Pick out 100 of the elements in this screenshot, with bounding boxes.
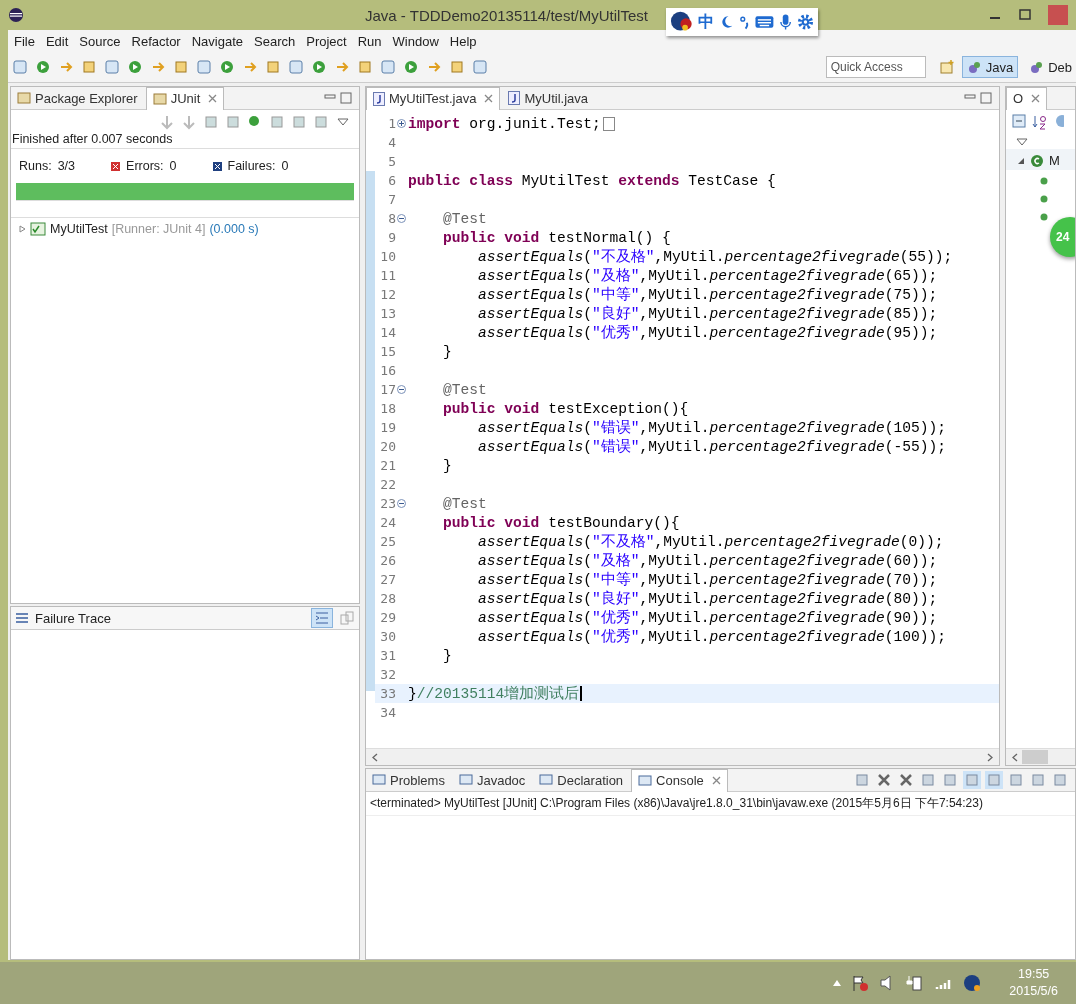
- line-number: 30: [379, 629, 396, 644]
- code-line: @Test: [442, 495, 487, 512]
- collapse-fold-icon[interactable]: [396, 214, 406, 223]
- next-failure-icon[interactable]: [159, 114, 175, 130]
- menu-item[interactable]: File: [8, 33, 40, 49]
- date-text: 2015/5/6: [1009, 983, 1058, 1000]
- code-line: assertEquals("中等",MyUtil.percentage2fivegrade(70));: [477, 570, 938, 589]
- sort-icon[interactable]: [1032, 114, 1048, 130]
- horizontal-scrollbar[interactable]: [1006, 748, 1075, 765]
- ime-logo-icon[interactable]: [963, 974, 982, 992]
- code-line: assertEquals("及格",MyUtil.percentage2fivegrade(60));: [477, 552, 938, 570]
- microphone-icon[interactable]: [778, 13, 793, 31]
- scroll-right-icon[interactable]: [987, 752, 993, 762]
- menu-item[interactable]: Edit: [39, 33, 74, 49]
- code-line: assertEquals("优秀",MyUtil.percentage2fivegrade(90));: [477, 608, 938, 627]
- menu-item[interactable]: Help: [443, 33, 482, 49]
- line-number: 31: [379, 648, 396, 663]
- punctuation-icon[interactable]: [738, 14, 750, 30]
- view-tab[interactable]: Package Explorer: [11, 87, 144, 109]
- keyboard-icon[interactable]: [755, 15, 774, 29]
- view-tab[interactable]: Console: [631, 768, 728, 792]
- test-class-name[interactable]: MyUtilTest: [50, 222, 108, 236]
- line-number: 12: [379, 287, 396, 302]
- view-tab[interactable]: JUnit: [145, 86, 225, 110]
- expand-fold-icon[interactable]: [396, 119, 406, 128]
- view-tab[interactable]: Problems: [366, 769, 451, 791]
- flag-icon[interactable]: [851, 974, 870, 992]
- line-number: 8: [387, 211, 396, 226]
- line-number: 29: [379, 610, 396, 625]
- java-file-icon: [508, 91, 521, 105]
- collapse-fold-icon[interactable]: [396, 385, 406, 394]
- previous-failure-icon[interactable]: [181, 114, 197, 130]
- menu-item[interactable]: Window: [386, 33, 444, 49]
- code-line: @Test: [442, 210, 487, 227]
- scroll-left-icon[interactable]: [372, 752, 378, 762]
- maximize-icon[interactable]: [1018, 8, 1032, 22]
- perspective-button[interactable]: Java: [961, 56, 1019, 78]
- open-perspective-icon[interactable]: [938, 59, 955, 75]
- menu-item[interactable]: Run: [351, 33, 387, 49]
- settings-icon[interactable]: [797, 13, 814, 31]
- line-number: 20: [379, 439, 396, 454]
- close-tab-icon[interactable]: [484, 94, 494, 103]
- horizontal-scrollbar[interactable]: [366, 748, 999, 765]
- scroll-left-icon[interactable]: [1012, 752, 1018, 762]
- code-line: assertEquals("良好",MyUtil.percentage2fivegrade(85));: [477, 304, 938, 323]
- collapse-fold-icon[interactable]: [396, 499, 406, 508]
- menu-item[interactable]: Source: [73, 33, 126, 49]
- failures-count: 0: [281, 159, 289, 173]
- menu-item[interactable]: Refactor: [125, 33, 186, 49]
- expand-arrow-icon[interactable]: [1018, 156, 1025, 165]
- java-perspective-icon: [966, 59, 983, 75]
- method-icon[interactable]: [1040, 195, 1048, 203]
- code-line: public class MyUtilTest extends TestCase {: [408, 172, 776, 189]
- collapse-all-icon[interactable]: [1012, 114, 1026, 128]
- method-icon[interactable]: [1040, 177, 1048, 185]
- line-number: 25: [379, 534, 396, 549]
- line-number: 14: [379, 325, 396, 340]
- outline-class-name[interactable]: M: [1049, 153, 1060, 168]
- quick-access-field[interactable]: Quick Access: [825, 56, 926, 78]
- menu-item[interactable]: Navigate: [185, 33, 248, 49]
- ime-mode-toggle[interactable]: 中: [697, 11, 714, 33]
- maximize-icon[interactable]: [339, 91, 353, 105]
- line-number: 26: [379, 553, 396, 568]
- menu-item[interactable]: Project: [300, 33, 352, 49]
- code-line: public void testException(){: [442, 400, 689, 417]
- console-header: <terminated> MyUtilTest [JUnit] C:\Program Files (x86)\Java\jre1.8.0_31\bin\javaw.exe (2015年5月6日 下午7:54:23): [366, 792, 1075, 816]
- line-number: 11: [379, 268, 396, 283]
- close-tab-icon[interactable]: [711, 776, 721, 785]
- failure-trace-title: Failure Trace: [35, 610, 111, 626]
- outline-tab[interactable]: O: [1006, 87, 1048, 110]
- editor-tab[interactable]: MyUtilTest.java: [366, 86, 501, 110]
- line-number: 7: [387, 192, 396, 207]
- line-number: 5: [387, 154, 396, 169]
- line-number: 15: [379, 344, 396, 359]
- junit-status-text: Finished after 0.007 seconds: [11, 131, 174, 148]
- line-number: 1: [387, 116, 396, 131]
- view-tab[interactable]: Javadoc: [452, 769, 532, 791]
- code-line: }//20135114增加测试后: [408, 684, 580, 703]
- error-icon: [111, 161, 121, 171]
- close-tab-icon[interactable]: [208, 94, 218, 103]
- method-icon[interactable]: [1040, 213, 1048, 221]
- compare-icon[interactable]: [339, 610, 355, 626]
- perspective-button[interactable]: Deb: [1025, 57, 1076, 77]
- view-menu-icon[interactable]: [1016, 138, 1028, 146]
- maximize-icon[interactable]: [979, 91, 993, 105]
- view-tab[interactable]: Declaration: [533, 769, 630, 791]
- code-line: public void testBoundary(){: [442, 514, 680, 531]
- filter-stack-icon[interactable]: [311, 608, 333, 628]
- folded-code-marker[interactable]: [602, 116, 615, 131]
- line-number: 10: [379, 249, 396, 264]
- editor-tab[interactable]: MyUtil.java: [502, 87, 594, 109]
- line-number: 28: [379, 591, 396, 606]
- show-hidden-icons-icon[interactable]: [833, 980, 842, 986]
- line-number: 24: [379, 515, 396, 530]
- menu-item[interactable]: Search: [248, 33, 301, 49]
- runner-label: [Runner: JUnit 4]: [111, 222, 206, 236]
- window-title: Java - TDDDemo20135114/test/MyUtilTest: [365, 6, 648, 24]
- line-number: 21: [379, 458, 396, 473]
- expand-arrow-icon[interactable]: [19, 225, 26, 233]
- close-tab-icon[interactable]: [1031, 94, 1041, 103]
